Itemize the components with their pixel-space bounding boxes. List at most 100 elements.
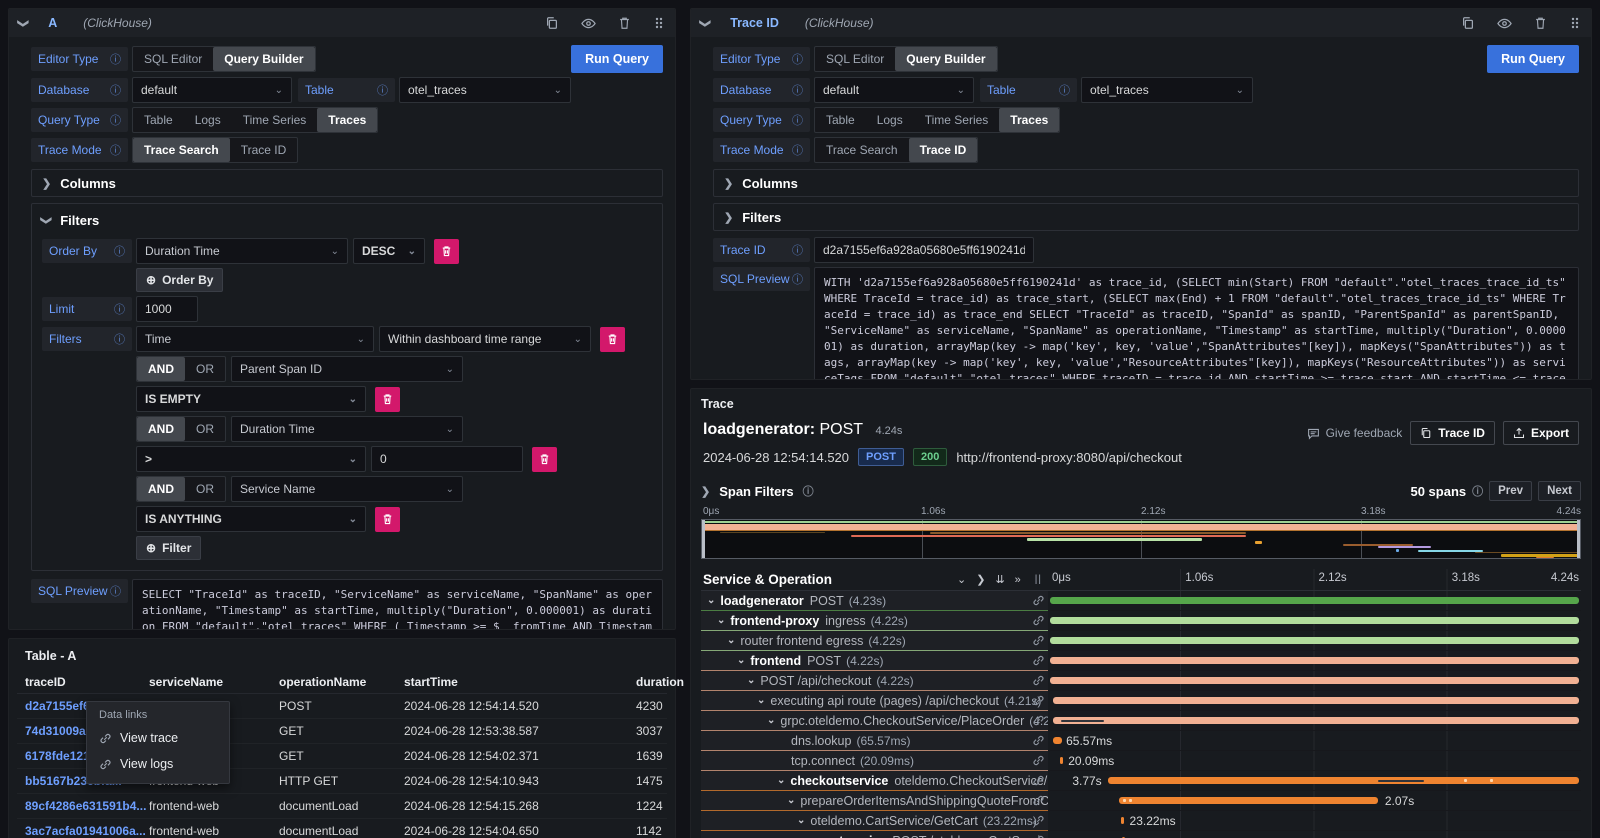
chevron-down-icon[interactable]: ⌄ [767,715,775,726]
chevron-down-icon[interactable]: ⌄ [757,695,765,706]
span-bar[interactable] [1119,797,1378,804]
col-starttime[interactable]: startTime [404,675,636,689]
chevron-down-icon[interactable]: ⌄ [727,635,735,646]
view-trace-link[interactable]: View trace [87,725,229,751]
info-icon[interactable]: ⓘ [792,142,803,158]
query-type-time-series[interactable]: Time Series [232,108,318,132]
info-icon[interactable]: ⓘ [792,82,803,98]
query-type-traces[interactable]: Traces [317,108,377,132]
database-select[interactable]: default⌄ [814,77,974,103]
order-by-direction-select[interactable]: DESC⌄ [353,238,425,264]
col-duration[interactable]: duration [636,675,684,689]
or-option[interactable]: OR [185,477,225,501]
add-filter-button[interactable]: ⊕Filter [136,536,201,560]
query-type-time-series[interactable]: Time Series [914,108,1000,132]
query-type-traces[interactable]: Traces [999,108,1059,132]
drag-handle-icon[interactable] [1569,16,1581,30]
columns-section-toggle[interactable]: ❯ Columns [31,169,663,197]
trace-link[interactable]: 3ac7acfa01941006a... [25,824,149,838]
next-button[interactable]: Next [1538,481,1581,501]
editor-type-query-builder[interactable]: Query Builder [213,47,314,71]
span-link-icon[interactable] [1032,734,1045,747]
hide-query-icon[interactable] [1497,16,1512,31]
collapse-query-icon[interactable]: ❯ [17,18,30,27]
span-name[interactable]: ⌄ router frontend egress(4.22s) [701,631,1048,651]
order-by-field-select[interactable]: Duration Time⌄ [136,238,348,264]
span-bar[interactable] [1053,717,1579,724]
chevron-down-icon[interactable]: ⌄ [737,655,745,666]
duplicate-query-icon[interactable] [545,16,559,30]
condition-operator-select[interactable]: >⌄ [136,446,366,472]
condition-field-select[interactable]: Service Name⌄ [231,476,463,502]
span-link-icon[interactable] [1032,834,1045,838]
collapse-all-icon[interactable]: ⇊ [995,573,1004,586]
info-icon[interactable]: ⓘ [792,271,803,287]
span-name[interactable]: ⌄ frontend POST(4.22s) [701,651,1048,671]
span-link-icon[interactable] [1032,614,1045,627]
condition-field-select[interactable]: Parent Span ID⌄ [231,356,463,382]
chevron-right-icon[interactable]: ❯ [701,485,710,498]
and-option[interactable]: AND [137,417,185,441]
column-resize-handle[interactable]: || [1031,574,1046,585]
run-query-button[interactable]: Run Query [1487,45,1579,73]
span-name[interactable]: ⌄ oteldemo.CartService/GetCart(23.22ms) [701,811,1048,831]
query-a-header[interactable]: ❯ A (ClickHouse) [9,9,675,37]
span-filters-label[interactable]: Span Filters [719,484,793,499]
query-traceid-header[interactable]: ❯ Trace ID (ClickHouse) [691,9,1591,37]
span-bar[interactable] [1050,617,1580,624]
collapse-one-icon[interactable]: ⌄ [957,573,966,586]
editor-type-sql-editor[interactable]: SQL Editor [815,47,895,71]
info-icon[interactable]: ⓘ [792,51,803,67]
span-name[interactable]: ⌄ cartservice POST /oteldemo.CartService… [701,831,1048,838]
span-bar[interactable] [1053,737,1062,744]
limit-input[interactable] [136,296,198,322]
span-link-icon[interactable] [1032,634,1045,647]
span-bar[interactable] [1108,777,1580,784]
info-icon[interactable]: ⓘ [803,483,814,499]
info-icon[interactable]: ⓘ [110,142,121,158]
query-type-table[interactable]: Table [133,108,184,132]
trace-id-button[interactable]: Trace ID [1410,421,1495,445]
prev-button[interactable]: Prev [1489,481,1532,501]
span-link-icon[interactable] [1032,814,1045,827]
query-type-logs[interactable]: Logs [866,108,914,132]
run-query-button[interactable]: Run Query [571,45,663,73]
span-link-icon[interactable] [1032,754,1045,767]
chevron-down-icon[interactable]: ⌄ [717,615,725,626]
info-icon[interactable]: ⓘ [377,82,388,98]
span-bar[interactable] [1050,677,1579,684]
chevron-down-icon[interactable]: ⌄ [747,675,755,686]
span-name[interactable]: dns.lookup(65.57ms) [701,731,1048,751]
minimap-canvas[interactable] [701,519,1581,559]
delete-query-icon[interactable] [1534,16,1547,30]
span-link-icon[interactable] [1032,654,1045,667]
trace-mode-trace-search[interactable]: Trace Search [815,138,909,162]
expand-one-icon[interactable]: ❯ [976,573,985,586]
and-option[interactable]: AND [137,357,185,381]
info-icon[interactable]: ⓘ [1059,82,1070,98]
span-link-icon[interactable] [1032,774,1045,787]
col-servicename[interactable]: serviceName [149,675,279,689]
span-bar[interactable] [1060,757,1063,764]
remove-condition-button[interactable] [532,447,557,472]
hide-query-icon[interactable] [581,16,596,31]
span-bar[interactable] [1121,817,1124,824]
span-link-icon[interactable] [1032,714,1045,727]
span-name[interactable]: ⌄ prepareOrderItemsAndShippingQuoteFromC… [701,791,1048,811]
condition-operator-select[interactable]: IS ANYTHING⌄ [136,506,366,532]
filter-value-select[interactable]: Within dashboard time range⌄ [379,326,591,352]
col-operationname[interactable]: operationName [279,675,404,689]
minimap-left-handle[interactable] [702,520,705,558]
span-name[interactable]: ⌄ executing api route (pages) /api/check… [701,691,1048,711]
span-link-icon[interactable] [1032,794,1045,807]
span-name[interactable]: tcp.connect(20.09ms) [701,751,1048,771]
filters-section-toggle[interactable]: ❯ Filters [42,213,652,228]
editor-type-query-builder[interactable]: Query Builder [895,47,996,71]
info-icon[interactable]: ⓘ [110,112,121,128]
view-logs-link[interactable]: View logs [87,751,229,777]
span-bar[interactable] [1050,597,1580,604]
span-bar[interactable] [1050,657,1579,664]
query-type-table[interactable]: Table [815,108,866,132]
duplicate-query-icon[interactable] [1461,16,1475,30]
expand-all-icon[interactable]: » [1015,574,1021,586]
